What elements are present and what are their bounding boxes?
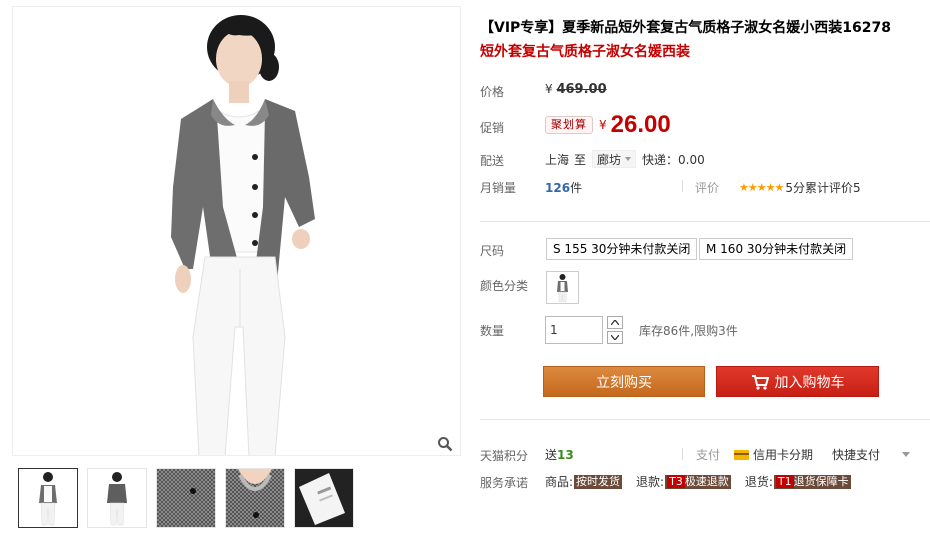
- divider: [682, 180, 683, 192]
- promise-badge-text: 极速退款: [684, 474, 729, 488]
- promise-code: T1: [775, 474, 794, 488]
- buy-now-button[interactable]: 立刻购买: [543, 366, 705, 397]
- destination-select[interactable]: 廊坊: [592, 150, 637, 168]
- color-option-thumbnail[interactable]: [546, 271, 579, 304]
- thumbnail-3[interactable]: [156, 468, 216, 528]
- thumbnail-1[interactable]: [18, 468, 78, 528]
- review-label: 评价: [695, 181, 720, 195]
- product-subtitle: 短外套复古气质格子淑女名媛西装: [480, 44, 690, 60]
- original-price: ¥ 469.00: [545, 82, 607, 97]
- section-divider: [480, 419, 930, 420]
- section-divider: [480, 221, 930, 222]
- promo-currency: ¥: [599, 118, 607, 132]
- promise-prefix: 退款:: [636, 475, 665, 489]
- star-rating-icon: ★★★★★: [739, 181, 784, 194]
- size-option-m[interactable]: M 160 30分钟未付款关闭: [699, 238, 854, 260]
- add-to-cart-button[interactable]: 加入购物车: [716, 366, 879, 397]
- sales-label: 月销量: [480, 181, 517, 195]
- divider: [682, 448, 683, 460]
- main-product-image[interactable]: [12, 6, 461, 456]
- shipping-fee: 快递：0.00: [642, 152, 705, 167]
- currency-symbol: ¥: [545, 82, 553, 96]
- promise-badge-return[interactable]: T1 退货保障卡: [773, 474, 851, 489]
- points-label: 天猫积分: [480, 449, 529, 463]
- quantity-label: 数量: [480, 324, 505, 338]
- thumbnail-strip: [18, 468, 458, 530]
- promo-label: 促销: [480, 121, 505, 135]
- stock-info: 库存86件,限购3件: [639, 324, 738, 338]
- service-promise-row: 商品: 按时发货 退款: T3 极速退款 退货: T1 退货保障卡: [545, 473, 851, 490]
- shipping-row: 上海 至 廊坊 快递：0.00: [545, 150, 705, 168]
- color-label: 颜色分类: [480, 279, 529, 293]
- destination-value: 廊坊: [597, 152, 622, 167]
- zoom-button[interactable]: [434, 433, 456, 455]
- thumbnail-5[interactable]: [294, 468, 354, 528]
- promise-badge-refund[interactable]: T3 极速退款: [665, 474, 731, 489]
- promise-code: T3: [667, 474, 685, 488]
- ship-to-word: 至: [574, 152, 587, 167]
- promo-tag[interactable]: 聚划算: [545, 116, 593, 134]
- cart-icon: [751, 374, 769, 390]
- quantity-input[interactable]: 1: [545, 316, 603, 344]
- credit-card-installment[interactable]: 信用卡分期: [734, 446, 813, 463]
- payment-label: 支付: [696, 448, 721, 462]
- quantity-increase-button[interactable]: [607, 316, 623, 329]
- promo-price: 26.00: [610, 111, 671, 138]
- ship-from: 上海: [545, 152, 570, 167]
- points-text: 送: [545, 448, 558, 462]
- review-count[interactable]: 5分累计评价5: [785, 179, 860, 196]
- credit-card-icon: [734, 449, 749, 460]
- sales-count: 126: [545, 181, 571, 195]
- chevron-up-icon: [611, 320, 619, 325]
- monthly-sales: 126件: [545, 179, 582, 196]
- points-value: 13: [557, 448, 574, 462]
- promise-label: 服务承诺: [480, 476, 529, 490]
- promise-badge-text: 退货保障卡: [793, 474, 849, 488]
- product-title: 【VIP专享】夏季新品短外套复古气质格子淑女名媛小西装16278: [480, 20, 892, 36]
- credit-card-label: 信用卡分期: [753, 448, 814, 462]
- promise-prefix: 退货:: [744, 475, 773, 489]
- product-info: 【VIP专享】夏季新品短外套复古气质格子淑女名媛小西装16278 短外套复古气质…: [470, 0, 930, 534]
- product-gallery: [12, 6, 461, 534]
- chevron-down-icon: [625, 157, 632, 161]
- sales-unit: 件: [570, 181, 583, 195]
- price-label: 价格: [480, 85, 505, 99]
- model-photo: [171, 15, 315, 455]
- size-label: 尺码: [480, 244, 505, 258]
- quick-pay-option[interactable]: 快捷支付: [832, 446, 880, 463]
- chevron-down-icon: [611, 335, 619, 340]
- quantity-decrease-button[interactable]: [607, 331, 623, 344]
- size-option-s[interactable]: S 155 30分钟未付款关闭: [546, 238, 698, 260]
- promise-badge-ontime[interactable]: 按时发货: [574, 474, 623, 489]
- magnifier-icon: [438, 437, 453, 452]
- payment-dropdown-icon[interactable]: [902, 452, 910, 457]
- thumbnail-2[interactable]: [87, 468, 147, 528]
- review-summary[interactable]: 评价 ★★★★★ 5分累计评价5: [695, 179, 861, 196]
- add-to-cart-label: 加入购物车: [774, 374, 845, 391]
- original-price-value: 469.00: [556, 82, 607, 97]
- promo-price-row: 聚划算 ¥ 26.00: [545, 111, 671, 139]
- thumbnail-4[interactable]: [225, 468, 285, 528]
- shipping-label: 配送: [480, 154, 505, 168]
- promise-prefix: 商品:: [545, 475, 574, 489]
- points-value-row: 送13: [545, 446, 574, 463]
- buy-now-label: 立刻购买: [596, 374, 652, 391]
